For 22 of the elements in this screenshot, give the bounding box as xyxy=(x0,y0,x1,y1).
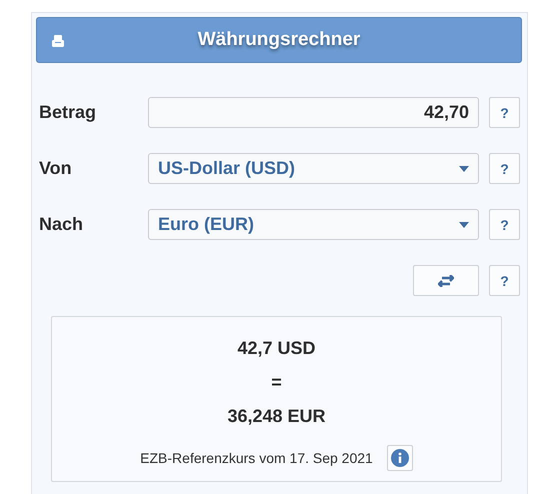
currency-dropdown[interactable]: Euro (EUR) xyxy=(148,209,479,240)
field-label: Von xyxy=(39,158,73,179)
source-amount: 42,7 USD xyxy=(237,337,316,359)
swap-arrows-icon xyxy=(438,274,454,286)
rate-source-note: EZB-Referenzkurs vom 17. Sep 2021 xyxy=(140,450,373,466)
field-label: Betrag xyxy=(39,102,98,123)
info-button[interactable] xyxy=(386,445,413,471)
header-title: Währungsrechner xyxy=(198,29,360,51)
caret-icon xyxy=(459,166,469,172)
equals-sign: = xyxy=(271,371,282,393)
help-button[interactable]: ? xyxy=(489,209,520,240)
currency-dropdown[interactable]: US-Dollar (USD) xyxy=(148,153,479,184)
help-button[interactable]: ? xyxy=(489,97,520,128)
printer-icon[interactable] xyxy=(52,35,64,47)
help-button[interactable]: ? xyxy=(489,265,520,296)
caret-icon xyxy=(459,222,469,228)
amount-field[interactable]: 42,70 xyxy=(148,97,479,128)
help-button[interactable]: ? xyxy=(489,153,520,184)
swap-button[interactable] xyxy=(413,265,479,296)
converted-amount: 36,248 EUR xyxy=(227,405,326,427)
field-label: Nach xyxy=(39,214,84,235)
info-icon xyxy=(390,449,409,467)
